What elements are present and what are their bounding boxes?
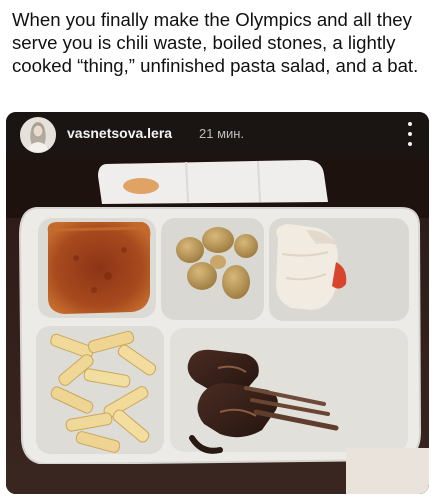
- post-header: vasnetsova.lera 21 мин.: [6, 112, 429, 158]
- avatar[interactable]: [20, 117, 56, 153]
- meme-caption-area: When you finally make the Olympics and a…: [0, 0, 435, 112]
- post-photo: [6, 158, 429, 494]
- meme-caption: When you finally make the Olympics and a…: [12, 9, 419, 76]
- more-vertical-icon[interactable]: [405, 122, 415, 146]
- post-username[interactable]: vasnetsova.lera: [67, 125, 172, 141]
- profile-avatar-icon: [21, 118, 55, 152]
- post-timestamp: 21 мин.: [199, 126, 245, 141]
- instagram-post: vasnetsova.lera 21 мин.: [6, 112, 429, 494]
